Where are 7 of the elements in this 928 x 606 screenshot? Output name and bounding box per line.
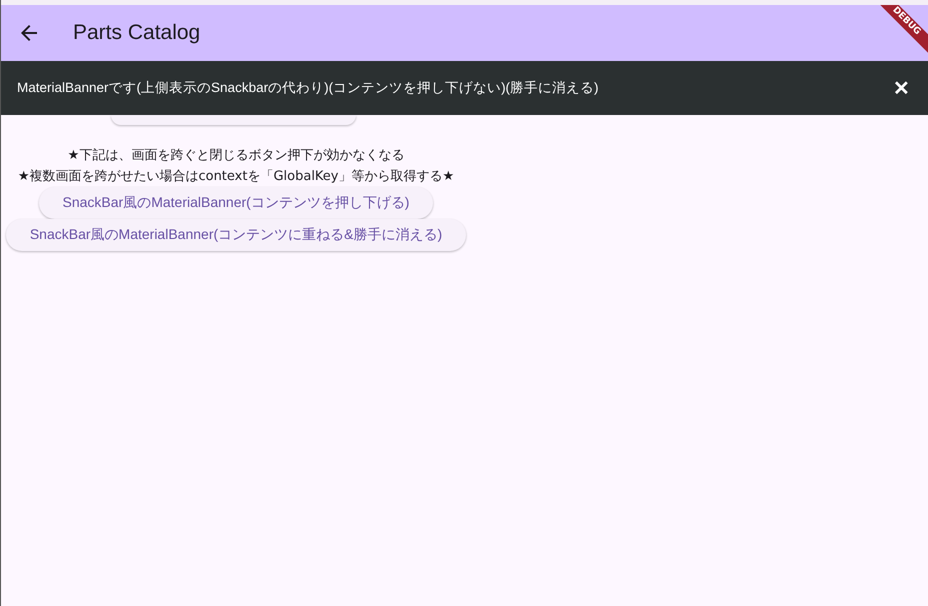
banner-message: MaterialBannerです(上側表示のSnackbarの代わり)(コンテンツを押し下げない)(勝手に消える) (17, 79, 599, 97)
close-button[interactable]: ✕ (889, 76, 914, 100)
banner-button[interactable]: SnackBar風のMaterialBanner(コンテンツに重ねる&勝手に消える) (6, 219, 466, 251)
banner-button[interactable]: SnackBar風のMaterialBanner(コンテンツを押し下げる) (38, 187, 434, 219)
note-text: ★複数画面を跨がせたい場合はcontextを「GlobalKey」等から取得する★ (18, 168, 454, 186)
app-title: Parts Catalog (73, 21, 200, 45)
note-text: ★下記は、画面を跨ぐと閉じるボタン押下が効かなくなる (68, 147, 404, 165)
